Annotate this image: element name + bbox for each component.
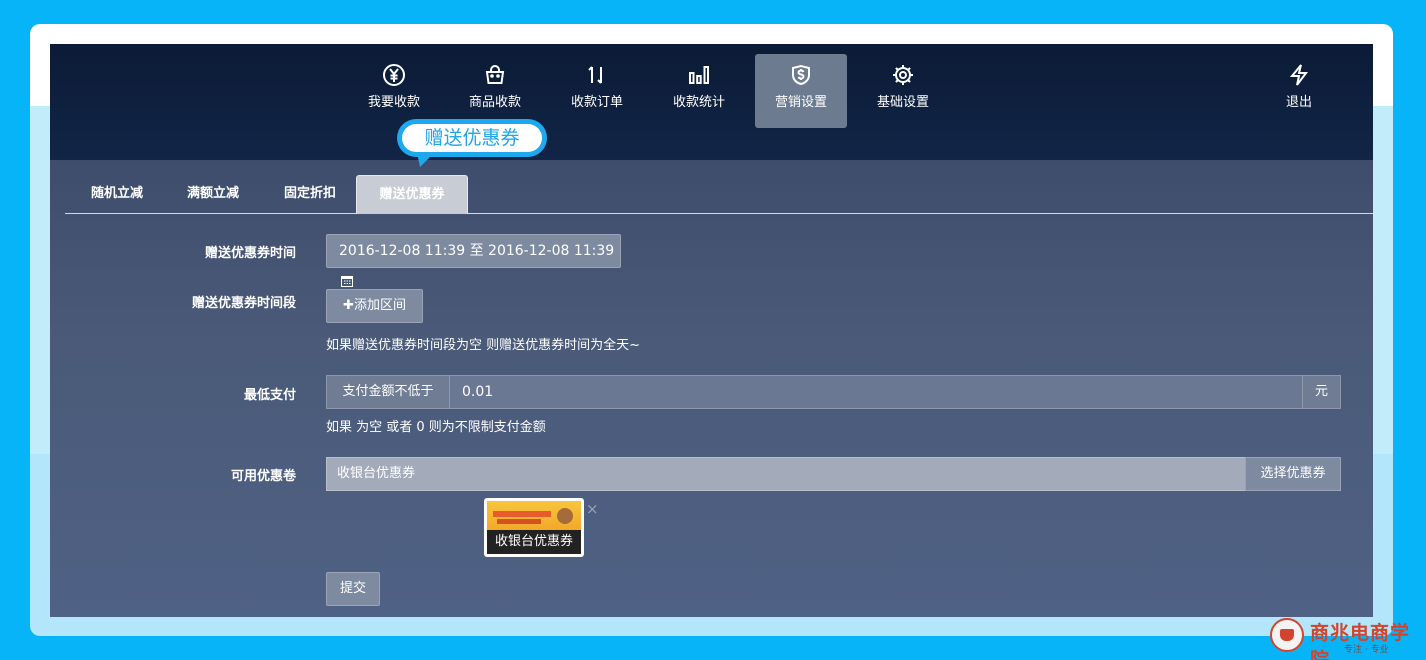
nav-item-collect[interactable]: 我要收款 — [348, 54, 440, 128]
coupon-label: 可用优惠卷 — [230, 469, 296, 484]
app-window: 我要收款 商品收款 收款订单 收款统计 营销设置 基础设置 退出 随机立减 满额… — [50, 44, 1373, 617]
min-pay-amount-input[interactable]: 0.01 — [450, 375, 1302, 409]
coupon-name-field[interactable]: 收银台优惠券 — [326, 457, 1246, 491]
tab-full-discount[interactable]: 满额立减 — [173, 175, 253, 214]
tooltip-text: 赠送优惠券 — [402, 124, 542, 152]
gear-icon — [857, 63, 949, 95]
bar-chart-icon — [653, 63, 745, 95]
coupon-group: 收银台优惠券 选择优惠券 — [326, 457, 1341, 491]
nav-item-label: 收款订单 — [570, 95, 623, 110]
tab-gift-coupon[interactable]: 赠送优惠券 — [356, 175, 468, 214]
selected-coupon-card[interactable]: 收银台优惠券 — [484, 498, 584, 557]
logout-label: 退出 — [1285, 95, 1312, 110]
coupon-caption: 收银台优惠券 — [487, 530, 581, 554]
tab-fixed-discount[interactable]: 固定折扣 — [270, 175, 350, 214]
min-pay-label: 最低支付 — [243, 388, 296, 403]
min-pay-help-text: 如果 为空 或者 0 则为不限制支付金额 — [326, 420, 546, 435]
tab-random-discount[interactable]: 随机立减 — [77, 175, 157, 214]
nav-item-marketing[interactable]: 营销设置 — [755, 54, 847, 128]
date-range-picker[interactable]: 2016-12-08 11:39 至 2016-12-08 11:39 — [326, 234, 621, 287]
sort-arrows-icon — [551, 63, 643, 95]
nav-item-orders[interactable]: 收款订单 — [551, 54, 643, 128]
thumb-stripe — [493, 511, 551, 517]
nav-item-settings[interactable]: 基础设置 — [857, 54, 949, 128]
shopping-bag-icon — [449, 63, 541, 95]
date-range-value: 2016-12-08 11:39 至 2016-12-08 11:39 — [339, 243, 615, 259]
period-help-text: 如果赠送优惠券时间段为空 则赠送优惠券时间为全天~ — [326, 338, 641, 353]
remove-coupon-icon[interactable]: × — [586, 500, 599, 518]
top-nav: 我要收款 商品收款 收款订单 收款统计 营销设置 基础设置 退出 — [50, 44, 1373, 160]
dollar-shield-icon — [755, 63, 847, 95]
nav-item-label: 商品收款 — [468, 95, 521, 110]
coupon-period-label: 赠送优惠券时间段 — [191, 296, 296, 311]
logout-button[interactable]: 退出 — [1253, 54, 1345, 128]
nav-item-label: 基础设置 — [876, 95, 929, 110]
watermark-logo-icon — [1270, 618, 1304, 652]
thumb-figure — [557, 508, 573, 524]
tooltip-tail — [417, 153, 434, 167]
lightning-icon — [1253, 63, 1345, 95]
currency-unit: 元 — [1302, 375, 1341, 409]
tab-bar: 随机立减 满额立减 固定折扣 赠送优惠券 — [65, 175, 1373, 214]
nav-item-stats[interactable]: 收款统计 — [653, 54, 745, 128]
add-period-label: 添加区间 — [353, 298, 406, 313]
add-period-button[interactable]: ✚添加区间 — [326, 289, 423, 323]
nav-item-label: 我要收款 — [367, 95, 420, 110]
watermark-subtext: 专注 · 专业 — [1344, 645, 1389, 655]
min-pay-prefix: 支付金额不低于 — [326, 375, 450, 409]
nav-item-label: 营销设置 — [774, 95, 827, 110]
yen-circle-icon — [348, 63, 440, 95]
coupon-thumbnail — [487, 501, 581, 530]
nav-item-label: 收款统计 — [672, 95, 725, 110]
thumb-stripe — [497, 519, 541, 524]
select-coupon-button[interactable]: 选择优惠券 — [1245, 457, 1341, 491]
coupon-time-label: 赠送优惠券时间 — [204, 246, 296, 261]
plus-icon: ✚ — [343, 298, 354, 313]
watermark: 商兆电商学院 专注 · 专业 — [1270, 616, 1422, 660]
submit-button[interactable]: 提交 — [326, 572, 380, 606]
nav-item-product[interactable]: 商品收款 — [449, 54, 541, 128]
min-pay-group: 支付金额不低于 0.01 元 — [326, 375, 1341, 409]
tooltip-bubble: 赠送优惠券 — [397, 119, 547, 167]
